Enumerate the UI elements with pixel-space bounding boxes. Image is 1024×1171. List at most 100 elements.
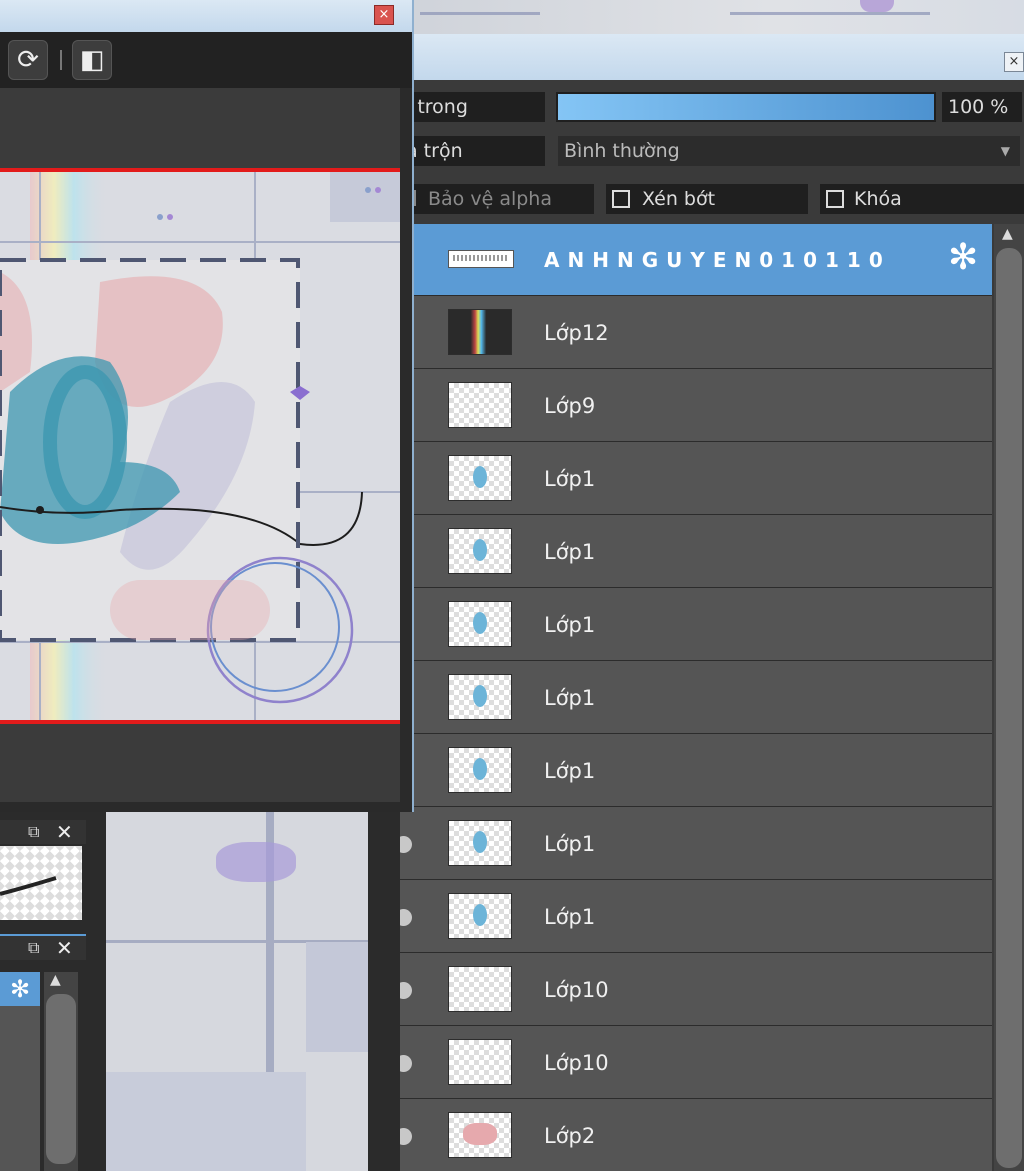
scroll-up-icon[interactable]: ▲ (50, 972, 61, 988)
panel-header: ⧉ ✕ (0, 934, 86, 960)
lock-checkbox[interactable]: Khóa (820, 184, 1024, 214)
layers-titlebar[interactable]: × (400, 34, 1024, 80)
lock-label: Khóa (854, 188, 902, 210)
visibility-dot-icon[interactable] (400, 1055, 412, 1072)
clip-checkbox[interactable]: Xén bớt (606, 184, 808, 214)
layer-row[interactable]: Lớp1 (400, 516, 992, 588)
layer-row[interactable]: Lớp12 (400, 297, 992, 369)
opacity-slider[interactable] (556, 92, 936, 122)
mini-layer-list (0, 1006, 40, 1171)
close-icon[interactable]: × (374, 5, 394, 25)
layer-thumbnail (448, 601, 512, 647)
layer-row[interactable]: Lớp9 (400, 370, 992, 442)
layer-row[interactable]: Lớp1 (400, 589, 992, 661)
flip-horizontal-icon[interactable]: ◧ (72, 40, 112, 80)
close-icon[interactable]: ✕ (56, 820, 73, 844)
layer-thumbnail (448, 674, 512, 720)
visibility-dot-icon[interactable] (400, 836, 412, 853)
settings-icon[interactable]: ✻ (0, 972, 40, 1006)
layer-name: Lớp10 (544, 1051, 609, 1075)
navigator-titlebar[interactable]: × (0, 0, 412, 32)
navigator-window: × ⟳ ◧ (0, 0, 414, 812)
thumbnail-shape (473, 539, 487, 561)
clip-label: Xén bớt (642, 188, 716, 210)
protect-alpha-label: Bảo vệ alpha (428, 188, 552, 210)
thumbnail-shape (473, 612, 487, 634)
mini-scrollbar[interactable]: ▲ (44, 972, 78, 1171)
navigator-toolbar: ⟳ ◧ (0, 32, 412, 88)
blend-mode-select[interactable]: Bình thường ▼ (558, 136, 1020, 166)
gear-icon[interactable]: ✻ (948, 238, 978, 278)
navigator-spacer (0, 88, 400, 168)
layer-thumbnail (448, 250, 514, 268)
scroll-thumb[interactable] (996, 248, 1022, 1168)
navigator-preview[interactable] (0, 168, 400, 724)
canvas-shape (860, 0, 894, 12)
visibility-dot-icon[interactable] (400, 982, 412, 999)
layer-row[interactable]: Lớp2 (400, 1100, 992, 1171)
layer-name: Lớp1 (544, 613, 596, 637)
thumbnail-shape (473, 904, 487, 926)
layer-row[interactable]: Lớp1 (400, 443, 992, 515)
blend-mode-value: Bình thường (564, 140, 680, 162)
canvas-line (420, 12, 540, 15)
rotate-reset-icon[interactable]: ⟳ (8, 40, 48, 80)
canvas-shape (306, 942, 368, 1052)
background-canvas-top (400, 0, 1024, 34)
opacity-value[interactable]: 100 % (942, 92, 1022, 122)
canvas-line (730, 12, 930, 15)
thumbnail-pattern (453, 255, 509, 261)
thumbnail-shape (473, 466, 487, 488)
layer-thumbnail (448, 382, 512, 428)
scroll-up-icon[interactable]: ▲ (1002, 226, 1013, 242)
brush-stroke (0, 876, 57, 896)
layer-thumbnail (448, 747, 512, 793)
layers-panel: × i trong 100 % a trộn Bình thường ▼ Bảo… (400, 34, 1024, 1171)
opacity-slider-fill (558, 94, 934, 120)
layer-row-selected[interactable]: ANHNGUYEN010110 ✻ (400, 224, 992, 296)
chevron-down-icon: ▼ (1000, 144, 1010, 158)
layer-row[interactable]: Lớp1 (400, 881, 992, 953)
panel-header: ⧉ ✕ (0, 820, 86, 844)
checkbox-icon (826, 190, 844, 208)
layer-thumbnail (448, 1112, 512, 1158)
layer-thumbnail (448, 1039, 512, 1085)
navigator-footer (0, 724, 400, 802)
close-icon[interactable]: ✕ (56, 936, 73, 960)
layer-name: Lớp1 (544, 686, 596, 710)
thumbnail-shape (473, 685, 487, 707)
layer-name: Lớp1 (544, 905, 596, 929)
background-panels: ⧉ ✕ ⧉ ✕ ✻ ▲ (0, 812, 400, 1171)
layer-row[interactable]: Lớp10 (400, 954, 992, 1026)
toolbar-divider (60, 50, 62, 70)
thumbnail-shape (473, 758, 487, 780)
popout-icon[interactable]: ⧉ (28, 822, 39, 842)
brush-preview (0, 846, 82, 920)
layer-scrollbar[interactable]: ▲ (994, 224, 1024, 1171)
layer-row[interactable]: Lớp1 (400, 662, 992, 734)
layer-name: Lớp1 (544, 759, 596, 783)
scroll-thumb[interactable] (46, 994, 76, 1164)
layer-row[interactable]: Lớp1 (400, 808, 992, 880)
layer-thumbnail (448, 966, 512, 1012)
protect-alpha-checkbox[interactable]: Bảo vệ alpha (400, 184, 594, 214)
layer-name: Lớp2 (544, 1124, 596, 1148)
layer-thumbnail (448, 893, 512, 939)
visibility-dot-icon[interactable] (400, 909, 412, 926)
layer-name: Lớp1 (544, 832, 596, 856)
layer-name: Lớp1 (544, 467, 596, 491)
layer-list: ANHNGUYEN010110 ✻ Lớp12 Lớp9 Lớp1 Lớp1 L… (400, 224, 992, 1171)
layer-thumbnail (448, 528, 512, 574)
canvas-shape (216, 842, 296, 882)
close-icon[interactable]: × (1004, 52, 1024, 72)
layer-row[interactable]: Lớp10 (400, 1027, 992, 1099)
thumbnail-shape (463, 1123, 497, 1145)
canvas-shape (106, 1072, 306, 1171)
layer-thumbnail (448, 455, 512, 501)
visibility-dot-icon[interactable] (400, 1128, 412, 1145)
popout-icon[interactable]: ⧉ (28, 938, 39, 958)
layer-thumbnail (448, 820, 512, 866)
layer-row[interactable]: Lớp1 (400, 735, 992, 807)
artwork-preview (0, 172, 400, 720)
layer-name: Lớp1 (544, 540, 596, 564)
